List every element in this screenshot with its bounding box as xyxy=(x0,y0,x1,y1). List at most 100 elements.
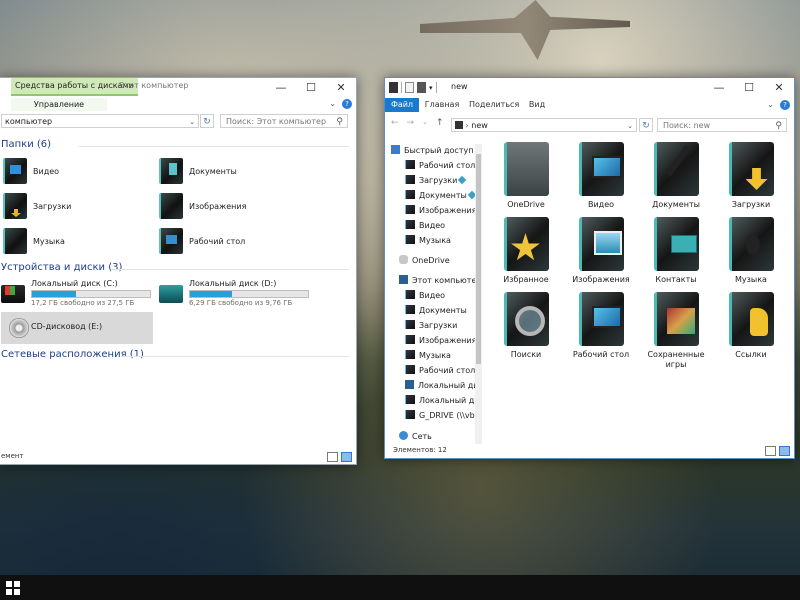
tab-share[interactable]: Поделиться xyxy=(469,98,519,112)
nav-pc-music[interactable]: Музыка xyxy=(405,349,451,363)
devices-header[interactable]: Устройства и диски (3) xyxy=(1,262,122,273)
network-locations-header[interactable]: Сетевые расположения (1) xyxy=(1,349,144,360)
music-folder-icon xyxy=(405,235,415,244)
customize-toolbar-icon[interactable]: ▾ xyxy=(429,84,433,92)
nav-pc-pictures[interactable]: Изображения xyxy=(405,334,476,348)
nav-label: Загрузки xyxy=(419,176,458,185)
new-folder-icon[interactable] xyxy=(417,82,426,93)
up-arrow-icon[interactable]: ↑ xyxy=(436,118,444,128)
folder-pictures[interactable]: Изображения xyxy=(159,191,246,221)
item-documents[interactable]: Документы xyxy=(641,142,711,210)
nav-network[interactable]: Сеть xyxy=(399,430,432,444)
drive-d[interactable]: Локальный диск (D:) 6,29 ГБ свободно из … xyxy=(159,279,314,313)
search-input[interactable]: Поиск: Этот компьютер ⚲ xyxy=(220,114,348,128)
tab-file[interactable]: Файл xyxy=(385,98,419,112)
nav-videos[interactable]: Видео xyxy=(405,219,445,233)
folders-header[interactable]: Папки (6) xyxy=(1,139,51,150)
saved-games-folder-icon xyxy=(653,292,699,346)
this-pc-window[interactable]: Средства работы с дисками Этот компьютер… xyxy=(0,77,357,465)
divider xyxy=(121,356,349,357)
cd-drive-icon xyxy=(9,318,29,338)
nav-documents[interactable]: Документы xyxy=(405,189,477,203)
chevron-down-icon[interactable]: ⌄ xyxy=(767,100,774,109)
nav-music[interactable]: Музыка xyxy=(405,234,451,248)
item-desktop[interactable]: Рабочий стол xyxy=(566,292,636,360)
nav-pc-desktop[interactable]: Рабочий стол xyxy=(405,364,475,378)
tab-home[interactable]: Главная xyxy=(423,98,461,112)
maximize-button[interactable]: ☐ xyxy=(296,78,326,98)
chevron-down-icon[interactable]: ⌄ xyxy=(422,118,428,128)
nav-quick-access[interactable]: Быстрый доступ xyxy=(391,144,473,158)
nav-g-drive[interactable]: G_DRIVE (\\vbox xyxy=(405,409,481,423)
cd-drive-e[interactable]: CD-дисковод (E:) xyxy=(1,312,153,344)
nav-local-disk-c[interactable]: Локальный дис xyxy=(405,379,481,393)
nav-pc-downloads[interactable]: Загрузки xyxy=(405,319,457,333)
videos-folder-icon xyxy=(405,220,415,229)
address-bar[interactable]: › new ⌄ xyxy=(451,118,637,132)
chevron-right-icon[interactable]: › xyxy=(466,121,469,130)
nav-onedrive[interactable]: OneDrive xyxy=(399,254,450,268)
item-videos[interactable]: Видео xyxy=(566,142,636,210)
chevron-down-icon[interactable]: ⌄ xyxy=(189,115,195,129)
folder-label: Документы xyxy=(189,166,237,176)
favorites-folder-icon xyxy=(503,217,549,271)
drive-c[interactable]: Локальный диск (C:) 17,2 ГБ свободно из … xyxy=(1,279,156,313)
close-button[interactable]: ✕ xyxy=(764,78,794,98)
folder-music[interactable]: Музыка xyxy=(3,226,65,256)
navigation-pane[interactable]: Быстрый доступ Рабочий стол Загрузки Док… xyxy=(385,144,481,444)
large-icons-view-icon[interactable] xyxy=(341,452,352,462)
item-contacts[interactable]: Контакты xyxy=(641,217,711,285)
minimize-button[interactable]: — xyxy=(704,78,734,98)
details-view-icon[interactable] xyxy=(765,446,776,456)
item-saved-games[interactable]: Сохраненные игры xyxy=(641,292,711,370)
drive-name: CD-дисковод (E:) xyxy=(31,322,103,331)
chevron-down-icon[interactable]: ⌄ xyxy=(329,99,336,108)
nav-pc-videos[interactable]: Видео xyxy=(405,289,445,303)
item-label: Загрузки xyxy=(731,200,771,209)
nav-this-pc[interactable]: Этот компьютер xyxy=(399,274,481,288)
folder-videos[interactable]: Видео xyxy=(3,156,59,186)
manage-tab[interactable]: Управление xyxy=(11,98,107,111)
nav-pictures[interactable]: Изображения xyxy=(405,204,481,218)
nav-local-disk-d[interactable]: Локальный дис xyxy=(405,394,481,408)
navigation-scrollbar[interactable] xyxy=(475,144,482,444)
item-music[interactable]: Музыка xyxy=(716,217,786,285)
large-icons-view-icon[interactable] xyxy=(779,446,790,456)
chevron-down-icon[interactable]: ⌄ xyxy=(627,119,633,133)
file-list[interactable]: OneDrive Видео Документы Загрузки Избран… xyxy=(485,142,785,442)
search-icon[interactable]: ⚲ xyxy=(336,115,343,129)
tab-view[interactable]: Вид xyxy=(527,98,547,112)
back-arrow-icon[interactable]: ← xyxy=(391,118,399,128)
item-onedrive[interactable]: OneDrive xyxy=(491,142,561,210)
address-bar[interactable]: компьютер ⌄ xyxy=(1,114,199,128)
scrollbar-thumb[interactable] xyxy=(476,154,481,364)
nav-desktop[interactable]: Рабочий стол xyxy=(405,159,481,173)
item-downloads[interactable]: Загрузки xyxy=(716,142,786,210)
minimize-button[interactable]: — xyxy=(266,78,296,98)
forward-arrow-icon[interactable]: → xyxy=(407,118,415,128)
item-searches[interactable]: Поиски xyxy=(491,292,561,360)
details-view-icon[interactable] xyxy=(327,452,338,462)
title-bar[interactable]: Средства работы с дисками Этот компьютер… xyxy=(0,78,356,98)
help-icon[interactable]: ? xyxy=(342,99,352,109)
refresh-button[interactable]: ↻ xyxy=(639,118,653,132)
item-favorites[interactable]: Избранное xyxy=(491,217,561,285)
nav-pc-documents[interactable]: Документы xyxy=(405,304,467,318)
title-bar[interactable]: ▾ new — ☐ ✕ xyxy=(385,78,794,98)
maximize-button[interactable]: ☐ xyxy=(734,78,764,98)
folder-downloads[interactable]: Загрузки xyxy=(3,191,71,221)
search-input[interactable]: Поиск: new ⚲ xyxy=(657,118,787,132)
item-links[interactable]: Ссылки xyxy=(716,292,786,360)
folder-documents[interactable]: Документы xyxy=(159,156,237,186)
item-label: Ссылки xyxy=(735,350,767,359)
search-icon[interactable]: ⚲ xyxy=(775,119,782,133)
folder-desktop[interactable]: Рабочий стол xyxy=(159,226,245,256)
help-icon[interactable]: ? xyxy=(780,100,790,110)
nav-downloads[interactable]: Загрузки xyxy=(405,174,467,188)
new-folder-window[interactable]: ▾ new — ☐ ✕ Файл Главная Поделиться Вид … xyxy=(384,77,795,459)
close-button[interactable]: ✕ xyxy=(326,78,356,98)
refresh-button[interactable]: ↻ xyxy=(200,114,214,128)
properties-icon[interactable] xyxy=(405,82,414,93)
item-pictures[interactable]: Изображения xyxy=(566,217,636,285)
windows-start-icon[interactable] xyxy=(6,581,20,595)
